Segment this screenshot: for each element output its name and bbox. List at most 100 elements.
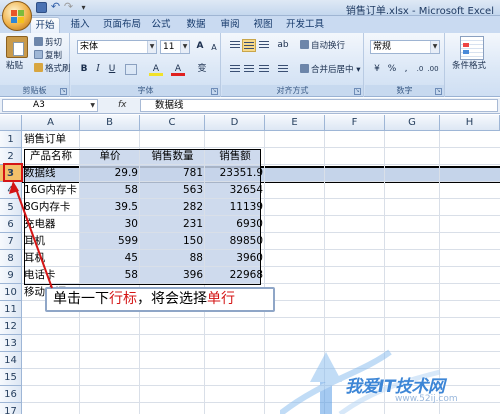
row-header-16[interactable]: 16 [0,386,22,403]
column-header-g[interactable]: G [385,115,440,131]
phonetic-button[interactable]: 变 [195,63,209,76]
align-top-button[interactable] [228,39,242,52]
comma-button[interactable]: , [399,63,413,76]
format-painter-button[interactable]: 格式刷 [34,63,71,75]
scissors-icon [34,37,43,46]
column-header-b[interactable]: B [80,115,140,131]
row-header-11[interactable]: 11 [0,301,22,318]
copy-button[interactable]: 复制 [34,50,62,62]
borders-icon[interactable] [125,64,137,75]
clipboard-group: 粘贴 剪切 复制 格式刷 剪贴板 ↘ [0,33,71,97]
brush-icon [34,63,43,72]
office-button[interactable] [2,1,32,31]
row-header-17[interactable]: 17 [0,403,22,414]
row-header-15[interactable]: 15 [0,369,22,386]
ribbon: 粘贴 剪切 复制 格式刷 剪贴板 ↘ 宋体 ▼ 11 ▼ A A B I U A A… [0,33,500,97]
wrap-text-button[interactable]: 自动换行 [300,40,345,52]
tab-home[interactable]: 开始 [30,17,60,33]
align-center-button[interactable] [242,63,256,76]
row-header-10[interactable]: 10 [0,284,22,301]
formula-input[interactable]: 数据线 [140,99,498,112]
row-header-1[interactable]: 1 [0,131,22,148]
row-header-5[interactable]: 5 [0,199,22,216]
align-left-button[interactable] [228,63,242,76]
column-header-d[interactable]: D [205,115,265,131]
formula-bar: A3 ▼ fx 数据线 [0,98,500,114]
tab-developer[interactable]: 开发工具 [283,17,327,33]
row-header-3[interactable]: 3 [0,165,22,182]
row-header-13[interactable]: 13 [0,335,22,352]
watermark-logo [280,349,441,414]
conditional-format-icon[interactable] [460,36,484,60]
column-header-e[interactable]: E [265,115,325,131]
font-launcher-icon[interactable]: ↘ [211,88,218,95]
orientation-icon[interactable]: ab [276,39,290,52]
column-header-f[interactable]: F [325,115,385,131]
sheet-title-cell[interactable]: 销售订单 [22,131,68,148]
italic-button[interactable]: I [91,63,105,76]
number-format-select[interactable]: 常规 ▼ [370,40,440,54]
tab-data[interactable]: 数据 [183,17,209,33]
font-group: 宋体 ▼ 11 ▼ A A B I U A A 变 字体 ↘ [71,33,221,97]
fill-color-button[interactable]: A [149,63,163,76]
bold-button[interactable]: B [77,63,91,76]
name-box[interactable]: A3 ▼ [2,99,98,112]
clipboard-label: 剪贴板 [0,85,69,96]
align-right-button[interactable] [257,63,271,76]
column-header-c[interactable]: C [140,115,205,131]
row-header-12[interactable]: 12 [0,318,22,335]
tab-formulas[interactable]: 公式 [148,17,174,33]
chevron-down-icon: ▼ [180,41,189,53]
watermark-url: www.52ij.com [395,394,458,404]
currency-icon[interactable]: ¥ [370,63,384,76]
merge-icon [300,64,309,73]
insert-function-button[interactable]: fx [118,99,138,112]
ribbon-tabs: 开始 插入 页面布局 公式 数据 审阅 视图 开发工具 [0,16,500,33]
clipboard-launcher-icon[interactable]: ↘ [60,88,67,95]
tab-insert[interactable]: 插入 [66,17,94,33]
table-border [24,149,261,285]
paste-icon[interactable] [6,36,28,58]
row-header-6[interactable]: 6 [0,216,22,233]
alignment-launcher-icon[interactable]: ↘ [354,88,361,95]
row-header-8[interactable]: 8 [0,250,22,267]
number-launcher-icon[interactable]: ↘ [435,88,442,95]
align-middle-button[interactable] [242,39,256,52]
office-logo-icon [11,10,24,23]
indent-icon[interactable] [276,63,290,76]
row-header-14[interactable]: 14 [0,352,22,369]
font-size-select[interactable]: 11 ▼ [160,40,190,54]
font-name-select[interactable]: 宋体 ▼ [77,40,157,54]
percent-button[interactable]: % [385,63,399,76]
row-header-2[interactable]: 2 [0,148,22,165]
font-label: 字体 [71,85,220,96]
number-label: 数字 [365,85,444,96]
align-bottom-button[interactable] [257,39,271,52]
number-group: 常规 ▼ ¥ % , .0 .00 数字 ↘ [365,33,445,97]
merge-center-button[interactable]: 合并后居中 ▾ [300,64,360,76]
row-header-7[interactable]: 7 [0,233,22,250]
conditional-format-button[interactable]: 条件格式 [452,60,486,72]
copy-icon [34,50,43,59]
shrink-font-button[interactable]: A [207,41,221,54]
wrap-icon [300,40,309,49]
paste-button[interactable]: 粘贴 [6,60,23,72]
cut-button[interactable]: 剪切 [34,37,62,49]
decrease-decimal-icon[interactable]: .00 [426,63,440,76]
select-all-corner[interactable] [0,115,22,131]
chevron-down-icon: ▼ [430,41,439,53]
row-header-4[interactable]: 4 [0,182,22,199]
grow-font-button[interactable]: A [193,40,207,53]
increase-decimal-icon[interactable]: .0 [413,63,427,76]
chevron-down-icon: ▼ [90,102,95,109]
font-color-button[interactable]: A [171,63,185,76]
column-header-h[interactable]: H [440,115,500,131]
styles-group: 条件格式 [446,33,500,97]
column-header-a[interactable]: A [22,115,80,131]
tab-view[interactable]: 视图 [250,17,276,33]
underline-button[interactable]: U [105,63,119,76]
alignment-label: 对齐方式 [222,85,363,96]
tab-review[interactable]: 审阅 [217,17,243,33]
tab-page-layout[interactable]: 页面布局 [100,17,144,33]
row-header-9[interactable]: 9 [0,267,22,284]
